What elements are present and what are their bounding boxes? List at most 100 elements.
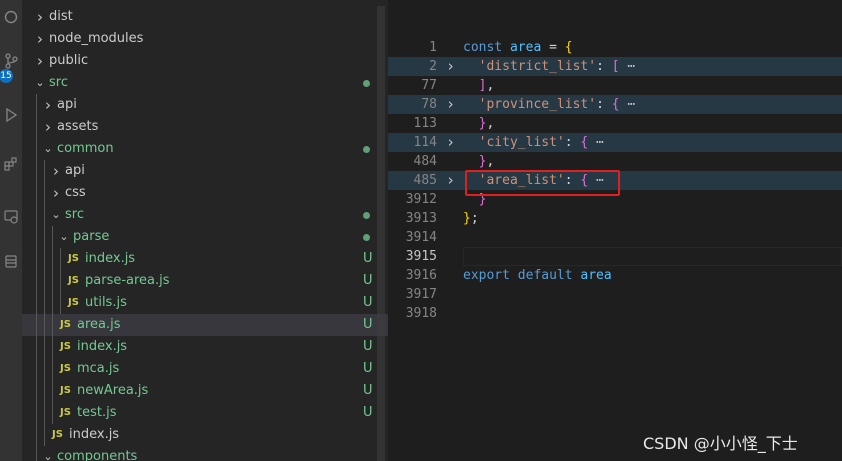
git-status-badge: U (363, 383, 373, 398)
file-item[interactable]: JS area.js U (22, 314, 388, 336)
tree-item-label: mca.js (77, 361, 120, 376)
indent-guide (36, 380, 37, 402)
chevron-down-icon[interactable]: ⌄ (42, 446, 54, 461)
current-line-highlight (463, 247, 842, 266)
indent-guide (60, 248, 61, 270)
line-number: 3915 (405, 249, 437, 264)
line-number: 78 (421, 97, 437, 112)
explorer-scrollbar[interactable] (377, 6, 385, 461)
code-line[interactable]: 1 const area = { (388, 38, 842, 57)
code-editor[interactable]: 1 const area = {2 › 'district_list': [ ⋯ 77… (388, 0, 842, 461)
code-line[interactable]: 3918 (388, 304, 842, 323)
folder-item[interactable]: ⌄ common (22, 138, 388, 160)
file-item[interactable]: JS newArea.js U (22, 380, 388, 402)
chevron-down-icon[interactable]: ⌄ (50, 204, 62, 226)
chevron-down-icon[interactable]: ⌄ (58, 226, 70, 248)
chevron-right-icon[interactable]: › (50, 160, 62, 182)
file-item[interactable]: JS parse-area.js U (22, 270, 388, 292)
remote-icon[interactable] (0, 206, 22, 228)
folder-item[interactable]: ⌄ parse (22, 226, 388, 248)
tree-item-label: api (65, 163, 85, 178)
chevron-right-icon[interactable]: › (42, 116, 54, 138)
chevron-right-icon[interactable]: › (34, 6, 46, 28)
code-token: { (611, 97, 620, 112)
indent-guide (36, 314, 37, 336)
line-number: 3916 (405, 268, 437, 283)
code-line[interactable]: 3914 (388, 228, 842, 247)
folder-item[interactable]: › api (22, 94, 388, 116)
chevron-right-icon[interactable]: › (34, 28, 46, 50)
code-line[interactable]: 484 }, (388, 152, 842, 171)
folder-item[interactable]: › dist (22, 6, 388, 28)
code-token: ⋯ (588, 135, 604, 150)
folder-item[interactable]: ⌄ src (22, 72, 388, 94)
folder-item[interactable]: › public (22, 50, 388, 72)
tree-item-label: src (65, 207, 84, 222)
code-line[interactable]: 114 › 'city_list': { ⋯ (388, 133, 842, 152)
folder-item[interactable]: ⌄ components (22, 446, 388, 461)
code-token: 'city_list' (478, 135, 565, 150)
code-line[interactable]: 2 › 'district_list': [ ⋯ (388, 57, 842, 76)
git-status-badge: U (363, 405, 373, 420)
run-debug-icon[interactable] (0, 104, 22, 126)
code-line[interactable]: 77 ], (388, 76, 842, 95)
indent-guide (36, 226, 37, 248)
code-line[interactable]: 3913}; (388, 209, 842, 228)
tree-item-label: index.js (77, 339, 128, 354)
fold-chevron-icon[interactable]: › (446, 95, 455, 114)
file-item[interactable]: JS index.js U (22, 336, 388, 358)
tree-item-label: assets (57, 119, 99, 134)
database-icon[interactable] (0, 250, 22, 272)
indent-guide (36, 358, 37, 380)
js-file-icon: JS (68, 253, 79, 264)
code-text: }, (463, 114, 495, 133)
code-token: ; (470, 211, 479, 226)
modified-dot-icon (363, 146, 370, 153)
code-line[interactable]: 3917 (388, 285, 842, 304)
code-token: 'province_list' (478, 97, 597, 112)
extensions-icon[interactable] (0, 153, 22, 175)
code-text: }, (463, 152, 495, 171)
indent-guide (44, 292, 45, 314)
code-line[interactable]: 78 › 'province_list': { ⋯ (388, 95, 842, 114)
code-token: ⋯ (619, 97, 636, 112)
indent-guide (44, 182, 45, 204)
indent-guide (36, 446, 37, 461)
chevron-right-icon[interactable]: › (50, 182, 62, 204)
fold-chevron-icon[interactable]: › (446, 57, 455, 76)
git-status-badge: U (363, 295, 373, 310)
file-item[interactable]: JS index.js U (22, 248, 388, 270)
folder-item[interactable]: › css (22, 182, 388, 204)
file-item[interactable]: JS mca.js U (22, 358, 388, 380)
folder-item[interactable]: ⌄ src (22, 204, 388, 226)
line-number: 484 (413, 154, 437, 169)
js-file-icon: JS (52, 429, 63, 440)
chevron-down-icon[interactable]: ⌄ (42, 138, 54, 160)
chevron-right-icon[interactable]: › (34, 50, 46, 72)
circle-icon[interactable] (0, 6, 22, 28)
git-status-badge: U (363, 317, 373, 332)
folder-item[interactable]: › assets (22, 116, 388, 138)
indent-guide (36, 336, 37, 358)
fold-chevron-icon[interactable]: › (446, 171, 455, 190)
indent-guide (60, 292, 61, 314)
folder-item[interactable]: › node_modules (22, 28, 388, 50)
indent-guide (44, 314, 45, 336)
chevron-right-icon[interactable]: › (42, 94, 54, 116)
indent-guide (52, 270, 53, 292)
fold-chevron-icon[interactable]: › (446, 133, 455, 152)
chevron-down-icon[interactable]: ⌄ (34, 72, 46, 94)
file-item[interactable]: JS index.js (22, 424, 388, 446)
file-item[interactable]: JS utils.js U (22, 292, 388, 314)
indent-guide (52, 248, 53, 270)
folder-item[interactable]: › api (22, 160, 388, 182)
indent-guide (52, 336, 53, 358)
code-line[interactable]: 3916 export default area (388, 266, 842, 285)
code-line[interactable]: 113 }, (388, 114, 842, 133)
indent-guide (44, 424, 45, 446)
indent-guide (36, 116, 37, 138)
file-item[interactable]: JS test.js U (22, 402, 388, 424)
js-file-icon: JS (68, 275, 79, 286)
